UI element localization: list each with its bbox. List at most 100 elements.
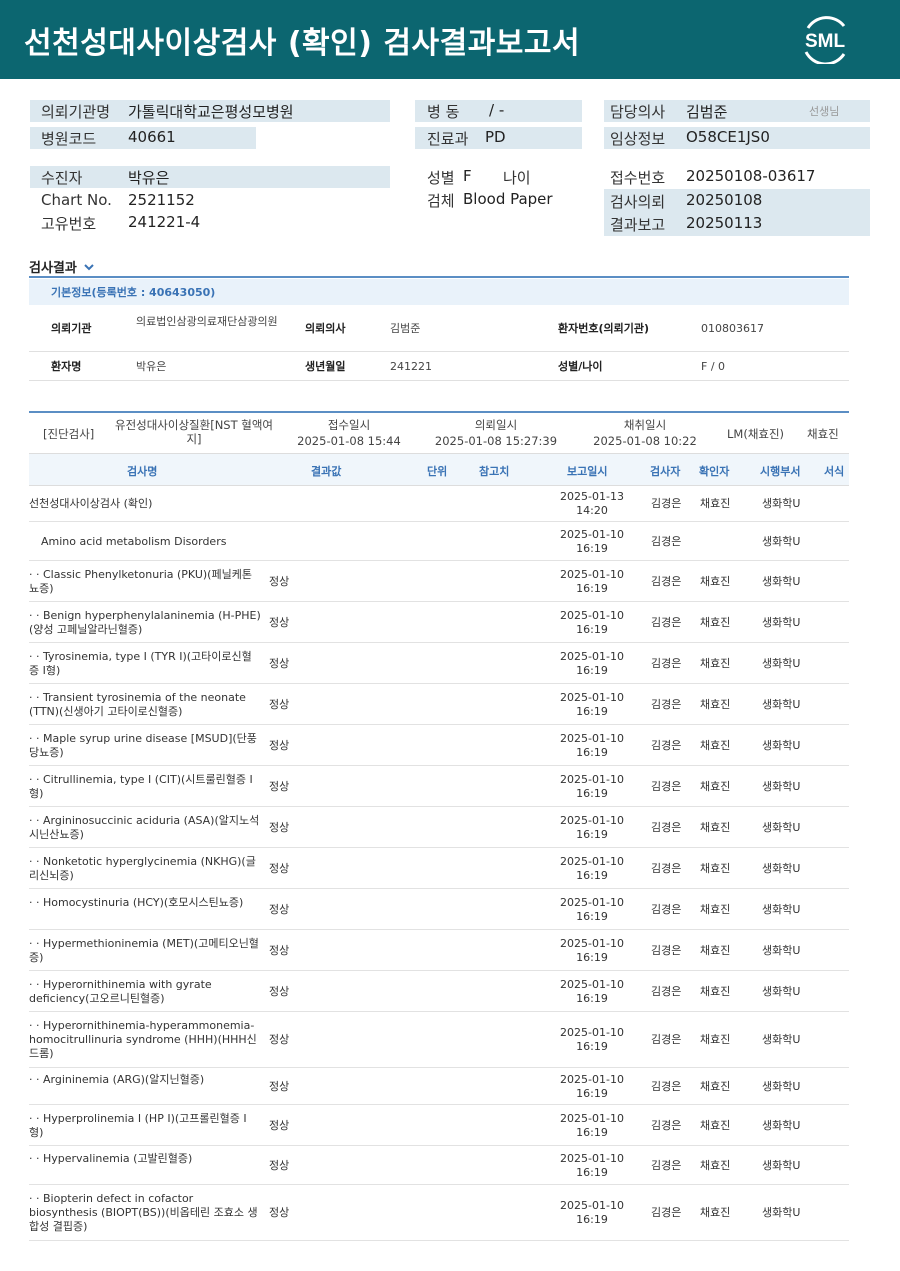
test-name: · · Classic Phenylketonuria (PKU)(페닐케톤뇨증… [29, 568, 252, 595]
table-row: · · Argininosuccinic aciduria (ASA)(알지노석… [29, 807, 849, 848]
receipt-value: 20250108-03617 [686, 167, 816, 185]
specimen-label: 검체 [427, 192, 455, 210]
report-title: 선천성대사이상검사 (확인) 검사결과보고서 [24, 26, 581, 61]
department: 생화학U [762, 657, 801, 670]
info-value: F / 0 [701, 360, 726, 373]
sex-label: 성별 [427, 169, 455, 187]
col-value: 2025-01-08 10:22 [593, 434, 697, 448]
info-key: 성별/나이 [558, 360, 603, 373]
basic-info-label: 기본정보(등록번호 : 40643050) [51, 286, 216, 299]
clinical-label: 임상정보 [610, 130, 666, 148]
report-date: 2025-01-10 [560, 1199, 624, 1212]
patient-value: 박유은 [128, 169, 170, 187]
department: 생화학U [762, 497, 801, 510]
department: 생화학U [762, 1033, 801, 1046]
institution-field: 의뢰기관명 가톨릭대학교은평성모병원 [30, 100, 390, 122]
department: 생화학U [762, 1206, 801, 1219]
confirmer: 채효진 [700, 575, 731, 588]
result-value: 정상 [269, 985, 290, 998]
report-date: 2025-01-10 [560, 814, 624, 827]
result-value: 정상 [269, 1080, 290, 1093]
table-row: 선천성대사이상검사 (확인) 2025-01-13 14:20 김경은 채효진 생화학U [29, 486, 849, 522]
table-row: · · Benign hyperphenylalaninemia (H-PHE)… [29, 602, 849, 643]
doctor-value: 김범준 [686, 103, 728, 121]
test-name: · · Transient tyrosinemia of the neonate… [29, 691, 246, 718]
result-value: 정상 [269, 944, 290, 957]
info-value: 김범준 [390, 322, 421, 335]
confirmer: 채효진 [700, 497, 731, 510]
diag-type: [진단검사] [43, 427, 95, 441]
report-time: 16:19 [576, 869, 608, 882]
examiner: 김경은 [651, 821, 682, 834]
table-row: Amino acid metabolism Disorders 2025-01-1… [29, 522, 849, 561]
recv-value: 2025-01-08 15:44 [297, 434, 401, 448]
report-date: 2025-01-10 [560, 855, 624, 868]
examiner: 김경은 [651, 985, 682, 998]
test-name: · · Biopterin defect in cofactor biosynt… [29, 1192, 258, 1233]
department: 생화학U [762, 1159, 801, 1172]
table-row: · · Tyrosinemia, type I (TYR I)(고타이로신혈증 … [29, 643, 849, 684]
report-time: 14:20 [576, 504, 608, 517]
dept-value: PD [485, 128, 506, 146]
recv-label: 접수일시 [327, 418, 371, 432]
report-date: 2025-01-13 [560, 490, 624, 503]
confirmer: 채효진 [700, 698, 731, 711]
info-value: 010803617 [701, 322, 764, 335]
info-key: 환자번호(의뢰기관) [558, 322, 650, 335]
examiner: 김경은 [651, 1159, 682, 1172]
report-time: 16:19 [576, 1166, 608, 1179]
table-divider [29, 411, 849, 413]
info-value: 241221 [390, 360, 432, 373]
diagnostic-summary: [진단검사] 유전성대사이상질환[NST 혈액여지] 접수일시 2025-01-… [29, 414, 849, 454]
examiner: 김경은 [651, 497, 682, 510]
result-value: 정상 [269, 780, 290, 793]
examiner: 김경은 [651, 1119, 682, 1132]
report-time: 16:19 [576, 1087, 608, 1100]
table-row: · · Citrullinemia, type I (CIT)(시트룰린혈증 I… [29, 766, 849, 807]
test-name: Amino acid metabolism Disorders [41, 535, 227, 548]
hospital-code-label: 병원코드 [41, 130, 97, 148]
test-name: · · Homocystinuria (HCY)(호모시스틴뇨증) [29, 896, 244, 909]
result-value: 정상 [269, 575, 290, 588]
examiner: 김경은 [651, 657, 682, 670]
confirmer: 채효진 [700, 1080, 731, 1093]
report-date: 2025-01-10 [560, 1112, 624, 1125]
table-row: · · Biopterin defect in cofactor biosynt… [29, 1185, 849, 1241]
report-header: 선천성대사이상검사 (확인) 검사결과보고서 SML [0, 0, 900, 79]
department: 생화학U [762, 944, 801, 957]
col-header: 참고치 [479, 465, 510, 478]
table-row: · · Hyperornithinemia-hyperammonemia-hom… [29, 1012, 849, 1068]
table-row: · · Maple syrup urine disease [MSUD](단풍당… [29, 725, 849, 766]
report-time: 16:19 [576, 787, 608, 800]
table-row: · · Hypermethioninemia (MET)(고메티오닌혈증) 정상 2… [29, 930, 849, 971]
ward-field: 병 동 / - [415, 100, 582, 122]
examiner: 김경은 [651, 944, 682, 957]
specimen-value: Blood Paper [463, 190, 553, 208]
report-time: 16:19 [576, 1213, 608, 1226]
test-name: · · Hypermethioninemia (MET)(고메티오닌혈증) [29, 937, 259, 964]
department: 생화학U [762, 821, 801, 834]
dept-field: 진료과 PD [415, 127, 582, 149]
confirmer: 채효진 [700, 944, 731, 957]
report-time: 16:19 [576, 705, 608, 718]
examiner: 김경은 [651, 1206, 682, 1219]
report-date: 2025-01-10 [560, 1026, 624, 1039]
clinical-value: O58CE1JS0 [686, 128, 770, 146]
doctor-label: 담당의사 [610, 103, 666, 121]
table-row: · · Argininemia (ARG)(알지닌혈증) 정상 2025-01-10… [29, 1068, 849, 1105]
confirmer: 채효진 [700, 985, 731, 998]
report-time: 16:19 [576, 910, 608, 923]
report-time: 16:19 [576, 664, 608, 677]
confirmer: 채효진 [700, 1033, 731, 1046]
receipt-field: 접수번호 20250108-03617 [604, 166, 870, 188]
result-value: 정상 [269, 1206, 290, 1219]
test-name: · · Maple syrup urine disease [MSUD](단풍당… [29, 732, 257, 759]
uid-value: 241221-4 [128, 213, 201, 231]
results-toggle[interactable]: 검사결과 [29, 257, 95, 276]
patient-label: 수진자 [41, 169, 83, 187]
department: 생화학U [762, 862, 801, 875]
confirmer: 채효진 [700, 1159, 731, 1172]
department: 생화학U [762, 1080, 801, 1093]
report-date: 2025-01-10 [560, 1073, 624, 1086]
institution-value: 가톨릭대학교은평성모병원 [128, 103, 294, 121]
